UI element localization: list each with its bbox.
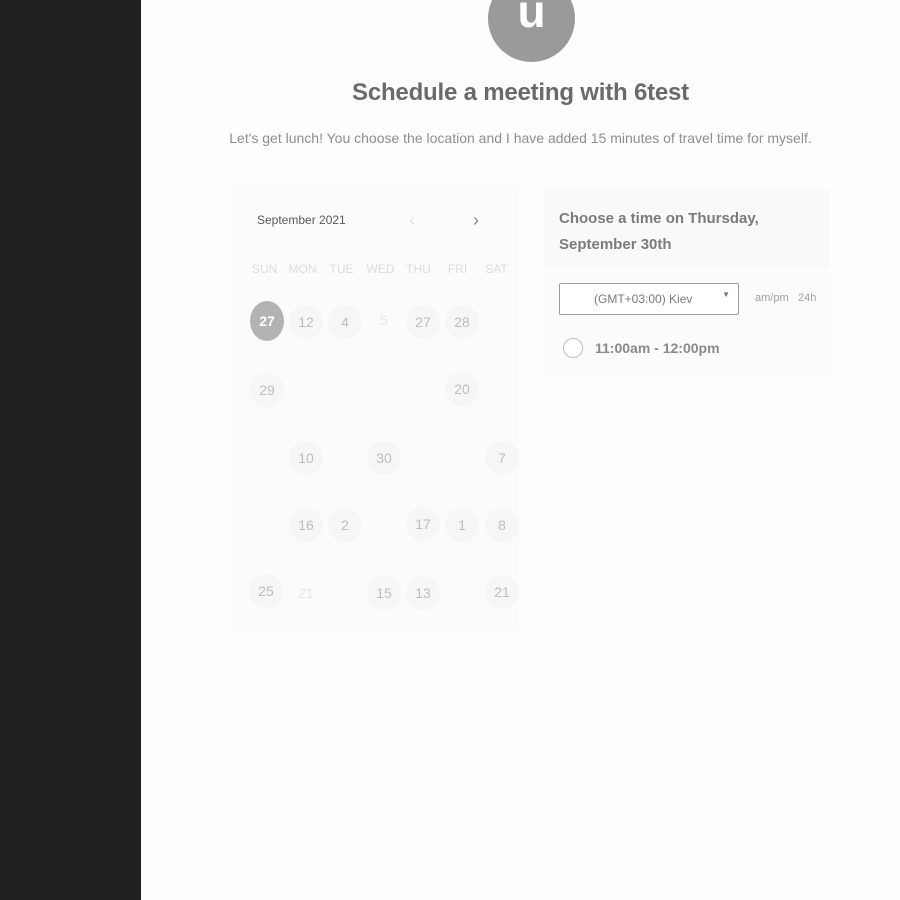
calendar-day[interactable]: 4 <box>328 305 362 339</box>
calendar-day[interactable]: 30 <box>367 441 401 475</box>
calendar-day[interactable]: 27 <box>406 305 440 339</box>
calendar-day-selected[interactable]: 27 <box>250 301 284 341</box>
calendar-day[interactable]: 21 <box>485 575 519 609</box>
calendar-day[interactable]: 1 <box>445 508 479 542</box>
page-subtitle: Let's get lunch! You choose the location… <box>229 130 812 146</box>
chevron-right-icon[interactable]: › <box>473 210 479 231</box>
format-ampm-toggle[interactable]: am/pm <box>755 292 789 304</box>
time-slot-radio[interactable] <box>563 338 583 358</box>
avatar-initial: u <box>517 0 546 37</box>
calendar-day[interactable]: 2 <box>328 508 362 542</box>
calendar-day[interactable]: 8 <box>485 508 519 542</box>
calendar-day[interactable]: 13 <box>406 576 440 610</box>
calendar-day[interactable]: 16 <box>289 508 323 542</box>
calendar-day[interactable]: 5 <box>367 303 401 337</box>
left-sidebar <box>0 0 141 900</box>
scheduler-page: u Schedule a meeting with 6test Let's ge… <box>141 0 900 900</box>
timezone-value: (GMT+03:00) Kiev <box>594 292 693 306</box>
calendar-day[interactable]: 20 <box>445 372 479 406</box>
calendar-day[interactable]: 15 <box>367 576 401 610</box>
calendar-day[interactable]: 21 <box>289 576 323 610</box>
calendar-day[interactable]: 28 <box>445 305 479 339</box>
weekday-sat: SAT <box>485 262 508 276</box>
calendar-day[interactable]: 29 <box>250 373 284 407</box>
calendar-day[interactable]: 10 <box>289 441 323 475</box>
weekday-tue: TUE <box>329 262 354 276</box>
weekday-sun: SUN <box>251 262 278 276</box>
weekday-thu: THU <box>406 262 431 276</box>
format-24h-toggle[interactable]: 24h <box>798 292 816 304</box>
chevron-left-icon[interactable]: ‹ <box>409 210 415 231</box>
page-title: Schedule a meeting with 6test <box>352 79 689 106</box>
time-slot-label[interactable]: 11:00am - 12:00pm <box>595 340 720 356</box>
calendar-panel: September 2021 ‹ › SUN MON TUE WED THU F… <box>231 184 519 630</box>
calendar-day[interactable]: 7 <box>485 441 519 475</box>
weekday-header: SUN MON TUE WED THU FRI SAT <box>245 262 515 278</box>
weekday-fri: FRI <box>447 262 468 276</box>
caret-down-icon: ▼ <box>722 290 730 299</box>
month-label: September 2021 <box>257 213 346 227</box>
calendar-day[interactable]: 25 <box>249 574 283 608</box>
calendar-day[interactable]: 17 <box>406 507 440 541</box>
weekday-mon: MON <box>288 262 317 276</box>
timezone-select[interactable]: (GMT+03:00) Kiev ▼ <box>559 283 739 315</box>
time-panel-heading: Choose a time on Thursday, September 30t… <box>544 190 830 270</box>
weekday-wed: WED <box>366 262 395 276</box>
avatar: u <box>488 0 575 62</box>
calendar-day[interactable]: 12 <box>289 305 323 339</box>
time-panel: (GMT+03:00) Kiev ▼ am/pm 24h 11:00am - 1… <box>544 272 830 376</box>
